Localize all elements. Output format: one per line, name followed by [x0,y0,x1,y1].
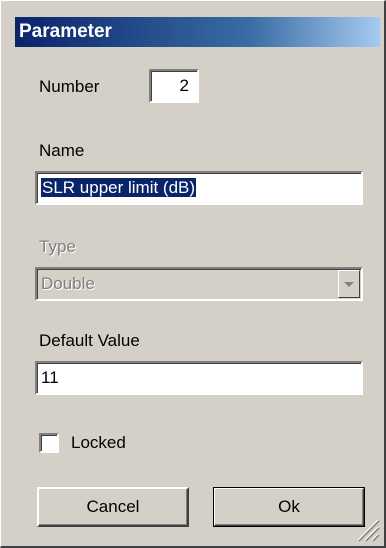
type-label: Type [39,237,76,256]
cancel-button-label: Cancel [86,497,140,516]
ok-button[interactable]: Ok [213,487,365,527]
name-label: Name [39,141,85,160]
number-label: Number [39,77,100,96]
title-bar[interactable]: Parameter [15,17,380,47]
parameter-dialog: Parameter Number 2 Name SLR upper limit … [0,0,386,548]
default-value-label: Default Value [39,331,140,350]
default-value-input[interactable]: 11 [35,361,363,395]
resize-grip-icon[interactable] [354,516,380,542]
chevron-down-icon [338,270,360,298]
name-value: SLR upper limit (dB) [41,178,197,197]
number-value: 2 [179,76,189,95]
number-field[interactable]: 2 [149,69,199,103]
type-selected-value: Double [41,274,95,293]
locked-label: Locked [71,433,126,452]
dialog-title: Parameter [19,21,112,42]
name-input[interactable]: SLR upper limit (dB) [35,171,363,205]
locked-checkbox[interactable] [39,433,59,453]
cancel-button[interactable]: Cancel [37,487,189,527]
default-value-text: 11 [41,368,59,387]
type-select: Double [35,267,363,301]
ok-button-label: Ok [278,497,300,516]
